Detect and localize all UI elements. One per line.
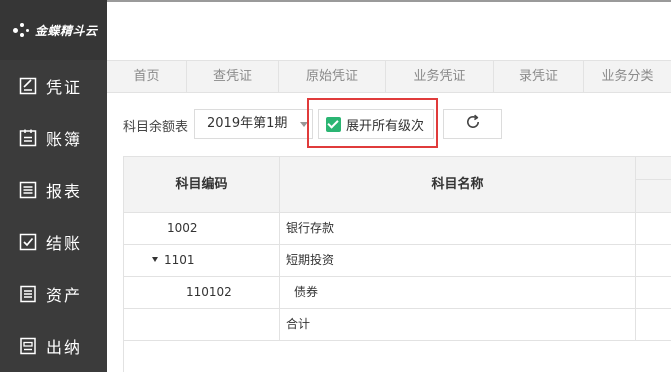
asset-icon — [18, 284, 38, 304]
sidebar-item-checkout[interactable]: 结账 — [0, 216, 107, 268]
sidebar-item-label: 凭证 — [46, 78, 83, 97]
ledger-icon — [18, 128, 38, 148]
table-header: 科目编码 科目名称 — [124, 156, 671, 213]
balance-table: 科目编码 科目名称 1002 银行存款 1101 短期投资 110102 债券 … — [123, 156, 671, 372]
period-select[interactable]: 2019年第1期 — [194, 109, 313, 139]
checkout-icon — [18, 232, 38, 252]
column-header-group — [636, 157, 671, 213]
expand-all-levels-toggle[interactable]: 展开所有级次 — [318, 109, 434, 139]
voucher-icon — [18, 76, 38, 96]
sidebar-item-label: 资产 — [46, 286, 83, 305]
sidebar-item-label: 结账 — [46, 234, 83, 253]
sidebar: 金蝶精斗云 凭证 账簿 报表 结账 资产 出纳 — [0, 0, 107, 372]
table-row[interactable]: 1002 银行存款 — [124, 213, 671, 245]
logo-text: 金蝶精斗云 — [35, 23, 98, 38]
account-name: 短期投资 — [280, 245, 636, 276]
refresh-icon — [464, 113, 482, 135]
column-header-name: 科目名称 — [280, 157, 636, 213]
report-icon — [18, 180, 38, 200]
account-code: 1002 — [124, 213, 280, 244]
sidebar-item-report[interactable]: 报表 — [0, 164, 107, 216]
tab-business-voucher[interactable]: 业务凭证 — [386, 61, 494, 93]
account-name: 合计 — [280, 309, 636, 340]
sidebar-item-label: 报表 — [46, 182, 83, 201]
account-name: 债券 — [280, 277, 636, 308]
logo-mark-icon — [12, 20, 32, 40]
table-row[interactable]: 110102 债券 — [124, 277, 671, 309]
sidebar-item-cashier[interactable]: 出纳 — [0, 320, 107, 372]
checkbox-checked-icon[interactable] — [326, 116, 341, 132]
expand-arrow-icon[interactable] — [152, 257, 158, 262]
tab-query-voucher[interactable]: 查凭证 — [187, 61, 279, 93]
column-header-code: 科目编码 — [124, 157, 280, 213]
refresh-button[interactable] — [443, 109, 502, 139]
tab-business-category[interactable]: 业务分类 — [584, 61, 671, 93]
tab-original-voucher[interactable]: 原始凭证 — [279, 61, 386, 93]
sidebar-item-ledger[interactable]: 账簿 — [0, 112, 107, 164]
sidebar-item-label: 出纳 — [46, 338, 83, 357]
expand-all-levels-label: 展开所有级次 — [346, 118, 425, 134]
report-title-label: 科目余额表 — [123, 120, 189, 135]
logo: 金蝶精斗云 — [0, 0, 107, 60]
cashier-icon — [18, 336, 38, 356]
sidebar-item-label: 账簿 — [46, 130, 83, 149]
account-code — [124, 309, 280, 340]
period-value: 2019年第1期 — [207, 116, 288, 131]
tab-enter-voucher[interactable]: 录凭证 — [494, 61, 584, 93]
account-name: 银行存款 — [280, 213, 636, 244]
account-code: 110102 — [124, 277, 280, 308]
tab-home[interactable]: 首页 — [107, 61, 187, 93]
account-code: 1101 — [164, 253, 195, 267]
account-code-cell: 1101 — [124, 245, 280, 276]
tab-bar: 首页 查凭证 原始凭证 业务凭证 录凭证 业务分类 — [107, 60, 671, 93]
sidebar-item-asset[interactable]: 资产 — [0, 268, 107, 320]
table-row[interactable]: 1101 短期投资 — [124, 245, 671, 277]
top-header — [107, 0, 671, 60]
sidebar-item-voucher[interactable]: 凭证 — [0, 60, 107, 112]
table-row[interactable]: 合计 — [124, 309, 671, 341]
